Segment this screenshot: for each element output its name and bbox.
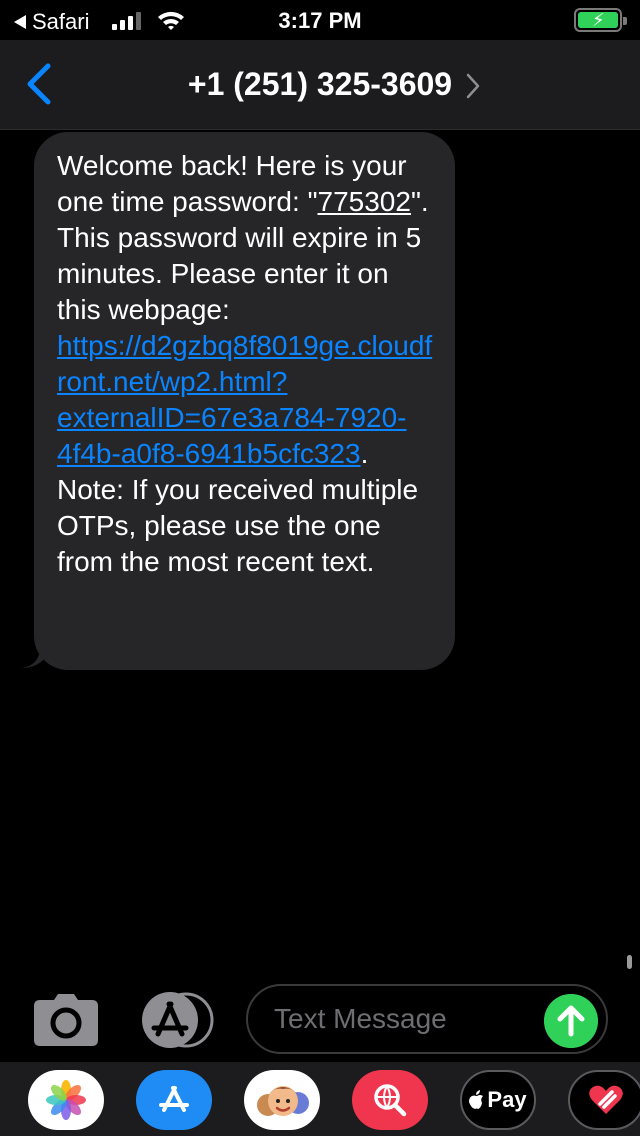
status-bar: Safari 3:17 PM ⚡	[0, 0, 640, 40]
digital-touch-icon	[589, 1085, 623, 1114]
charging-bolt-icon: ⚡	[592, 10, 605, 30]
conversation-header: +1 (251) 325-3609	[0, 40, 640, 130]
digital-touch-button[interactable]	[568, 1070, 640, 1130]
photos-app-button[interactable]	[28, 1070, 104, 1130]
chevron-right-icon[interactable]	[465, 72, 481, 100]
message-link[interactable]: https://d2gzbq8f8019ge.cloudfront.net/wp…	[57, 330, 432, 469]
apps-icon[interactable]	[140, 992, 214, 1048]
scroll-indicator[interactable]	[627, 955, 632, 969]
app-store-icon	[159, 1086, 189, 1112]
apple-pay-icon: Pay	[469, 1087, 527, 1113]
camera-icon[interactable]	[34, 994, 98, 1046]
send-button[interactable]	[544, 994, 598, 1048]
apple-logo-icon	[469, 1090, 484, 1109]
imessage-app-drawer: Pay	[0, 1062, 640, 1136]
contact-title[interactable]: +1 (251) 325-3609	[0, 66, 640, 103]
photos-app-icon	[46, 1080, 86, 1120]
apple-pay-label: Pay	[487, 1087, 527, 1112]
memoji-icon	[257, 1086, 309, 1116]
incoming-message-bubble[interactable]: Welcome back! Here is your one time pass…	[34, 132, 455, 670]
status-time: 3:17 PM	[278, 8, 362, 33]
otp-code[interactable]: 775302	[318, 186, 411, 217]
web-search-button[interactable]	[352, 1070, 428, 1130]
message-input[interactable]	[274, 998, 534, 1040]
web-search-icon	[374, 1084, 407, 1117]
apple-pay-button[interactable]: Pay	[460, 1070, 536, 1130]
battery-icon: ⚡	[574, 8, 627, 32]
message-input-field[interactable]	[246, 984, 608, 1054]
memoji-button[interactable]	[244, 1070, 320, 1130]
app-store-button[interactable]	[136, 1070, 212, 1130]
message-composer	[0, 982, 640, 1060]
